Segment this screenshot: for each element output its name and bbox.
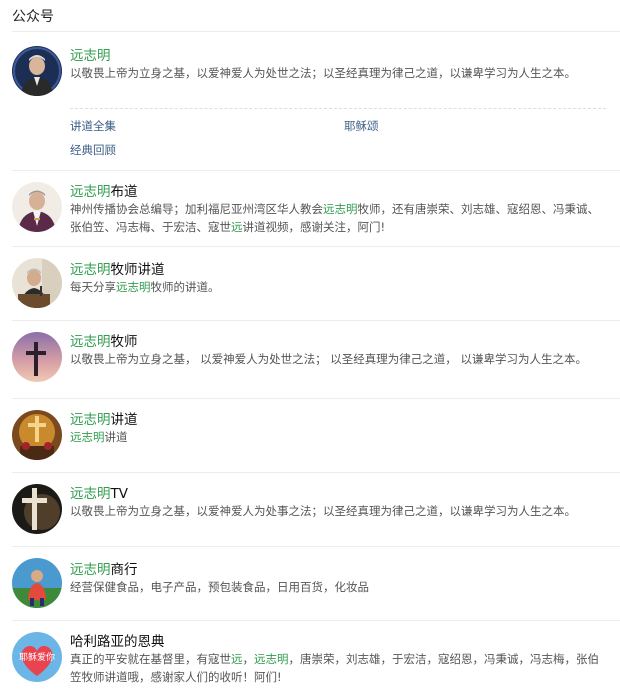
keyword-highlight: 远志明: [116, 280, 151, 294]
keyword-highlight: 远: [231, 220, 243, 234]
section-title: 公众号: [12, 9, 54, 25]
account-description: 以敬畏上帝为立身之基，以爱神爱人为处事之法；以圣经真理为律己之道，以谦卑学习为人…: [70, 502, 604, 520]
account-item[interactable]: 远志明TV 以敬畏上帝为立身之基，以爱神爱人为处事之法；以圣经真理为律己之道，以…: [12, 480, 620, 546]
account-description: 经营保健食品，电子产品，预包装食品，日用百货，化妆品: [70, 578, 604, 596]
keyword-highlight: 远志明: [254, 652, 289, 666]
account-name: 远志明牧师讲道: [70, 262, 165, 278]
description-text: 以敬畏上帝为立身之基，以爱神爱人为处世之法；以圣经真理为律己之道，以谦卑学习为人…: [70, 66, 576, 80]
account-description: 以敬畏上帝为立身之基，以爱神爱人为处世之法；以圣经真理为律己之道，以谦卑学习为人…: [70, 64, 604, 82]
preacher-icon[interactable]: [12, 258, 62, 308]
account-description: 真正的平安就在基督里，有寇世远，远志明，唐崇荣，刘志雄，于宏洁，寇绍恩，冯秉诚，…: [70, 650, 604, 686]
description-text: 神州传播协会总编导；加利福尼亚州湾区华人教会: [70, 202, 323, 216]
description-text: 以敬畏上帝为立身之基， 以爱神爱人为处世之法； 以圣经真理为律己之道， 以谦卑学…: [70, 352, 587, 366]
account-menu: 讲道全集 耶稣颂 经典回顾: [70, 118, 600, 158]
keyword-highlight: 远: [231, 652, 243, 666]
portrait-icon[interactable]: [12, 182, 62, 232]
account-description: 以敬畏上帝为立身之基， 以爱神爱人为处世之法； 以圣经真理为律己之道， 以谦卑学…: [70, 350, 604, 368]
account-description: 神州传播协会总编导；加利福尼亚州湾区华人教会远志明牧师，还有唐崇荣、刘志雄、寇绍…: [70, 200, 604, 236]
account-item[interactable]: 远志明牧师讲道 每天分享远志明牧师的讲道。: [12, 256, 620, 316]
divider: [12, 620, 620, 621]
divider: [12, 170, 620, 171]
description-text: 经营保健食品，电子产品，预包装食品，日用百货，化妆品: [70, 580, 369, 594]
account-item[interactable]: 远志明商行 经营保健食品，电子产品，预包装食品，日用百货，化妆品: [12, 556, 620, 616]
account-name: 哈利路亚的恩典: [70, 634, 165, 650]
account-name: 远志明: [70, 48, 111, 64]
description-text: 讲道: [104, 430, 128, 444]
menu-divider: [70, 108, 606, 109]
cross-sunset-icon[interactable]: [12, 332, 62, 382]
account-name: 远志明TV: [70, 486, 128, 502]
church-cross-icon[interactable]: [12, 410, 62, 460]
account-item[interactable]: 远志明牧师 以敬畏上帝为立身之基， 以爱神爱人为处世之法； 以圣经真理为律己之道…: [12, 328, 620, 402]
account-name: 远志明商行: [70, 562, 138, 578]
svg-text:耶稣爱你: 耶稣爱你: [19, 651, 55, 663]
keyword-highlight: 远志明: [70, 430, 105, 444]
menu-item-classic-review[interactable]: 经典回顾: [70, 142, 116, 158]
keyword-highlight: 远志明: [323, 202, 358, 216]
divider: [12, 246, 620, 247]
description-text: 牧师的讲道。: [150, 280, 220, 294]
description-text: 每天分享: [70, 280, 116, 294]
description-text: 真正的平安就在基督里，有寇世: [70, 652, 231, 666]
menu-item-jesus-ode[interactable]: 耶稣颂: [344, 118, 379, 134]
person-outdoor-icon[interactable]: [12, 558, 62, 608]
account-name: 远志明布道: [70, 184, 138, 200]
divider: [12, 320, 620, 321]
divider: [12, 398, 620, 399]
heart-banner-icon[interactable]: 耶稣爱你: [12, 632, 62, 682]
account-item[interactable]: 远志明讲道 远志明讲道: [12, 406, 620, 468]
description-text: ，: [242, 652, 255, 666]
description-text: 以敬畏上帝为立身之基，以爱神爱人为处事之法；以圣经真理为律己之道，以谦卑学习为人…: [70, 504, 576, 518]
menu-item-lecture-collection[interactable]: 讲道全集: [70, 118, 116, 134]
account-description: 每天分享远志明牧师的讲道。: [70, 278, 604, 296]
account-name: 远志明牧师: [70, 334, 138, 350]
portrait-icon[interactable]: [12, 46, 62, 96]
account-item[interactable]: 耶稣爱你 哈利路亚的恩典 真正的平安就在基督里，有寇世远，远志明，唐崇荣，刘志雄…: [12, 628, 620, 692]
divider: [12, 31, 620, 32]
account-item[interactable]: 远志明布道 神州传播协会总编导；加利福尼亚州湾区华人教会远志明牧师，还有唐崇荣、…: [12, 178, 620, 244]
account-name: 远志明讲道: [70, 412, 138, 428]
account-item[interactable]: 远志明 以敬畏上帝为立身之基，以爱神爱人为处世之法；以圣经真理为律己之道，以谦卑…: [12, 42, 620, 170]
divider: [12, 546, 620, 547]
description-text: 讲道视频，感谢关注，阿门!: [242, 220, 386, 234]
divider: [12, 472, 620, 473]
account-description: 远志明讲道: [70, 428, 604, 446]
dark-cross-icon[interactable]: [12, 484, 62, 534]
